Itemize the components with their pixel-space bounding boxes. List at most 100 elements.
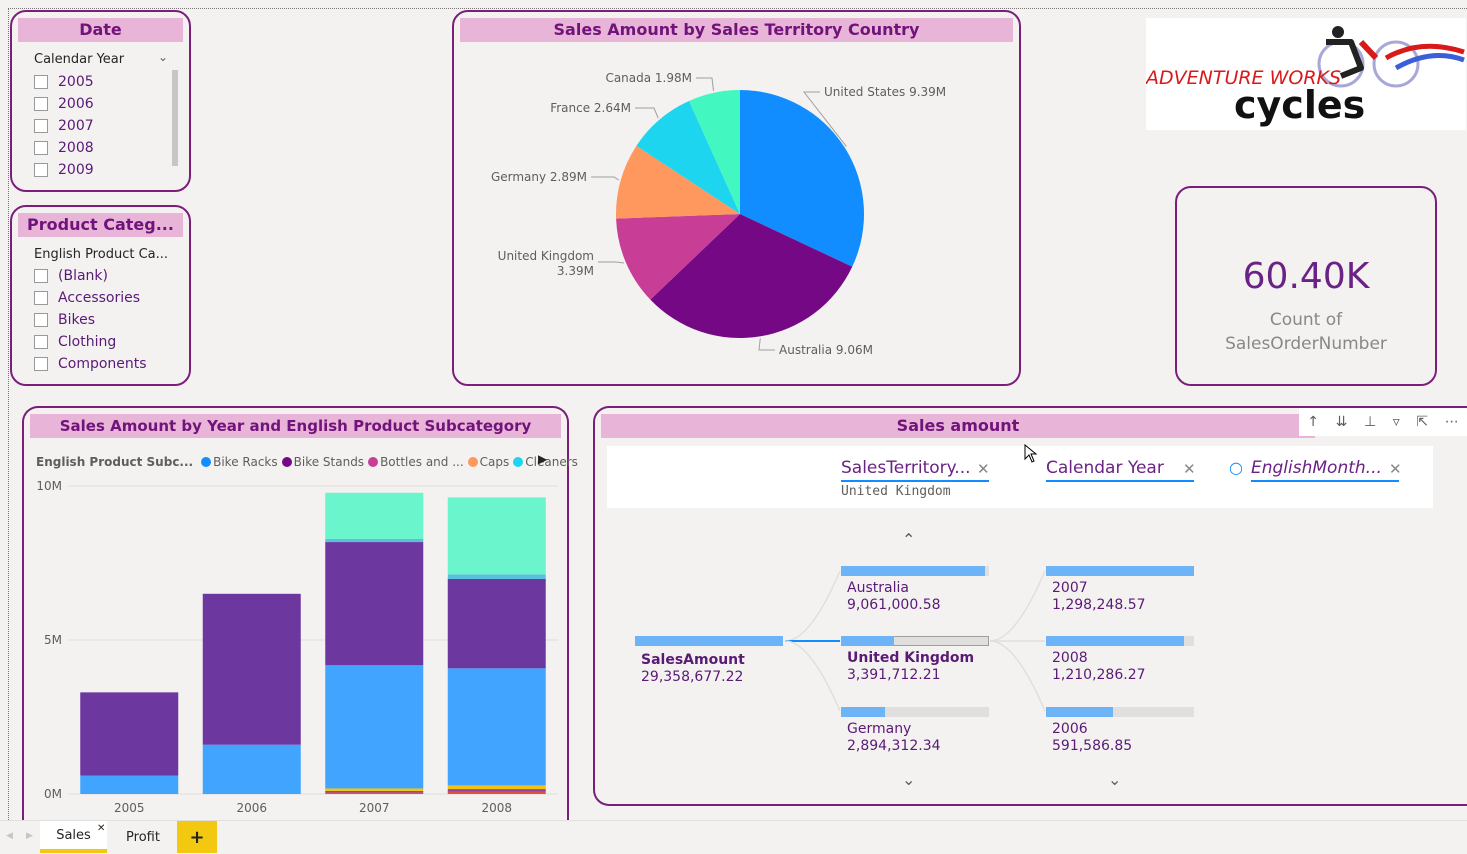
checkbox[interactable]: [34, 75, 48, 89]
node-bar[interactable]: [841, 707, 886, 717]
date-slicer-item-label: 2006: [58, 96, 94, 112]
bar-segment[interactable]: [325, 792, 424, 794]
logo-text-bottom: cycles: [1234, 83, 1365, 127]
kpi-card[interactable]: 60.40K Count of SalesOrderNumber: [1175, 186, 1437, 386]
category-slicer-item-label: Components: [58, 356, 147, 372]
x-tick-label: 2007: [359, 801, 390, 815]
date-slicer-title: Date: [18, 18, 183, 42]
bar-segment[interactable]: [325, 665, 424, 789]
date-slicer-item[interactable]: 2007: [34, 116, 94, 136]
category-slicer-item[interactable]: Components: [34, 354, 147, 374]
category-slicer-header: English Product Ca...: [34, 247, 169, 262]
checkbox[interactable]: [34, 335, 48, 349]
x-tick-label: 2005: [114, 801, 145, 815]
tab-sales-label: Sales: [56, 827, 91, 843]
bar-segment[interactable]: [80, 692, 179, 776]
chevron-down-icon[interactable]: ⌄: [158, 50, 168, 64]
node-bar[interactable]: [1046, 707, 1113, 717]
bar-segment[interactable]: [447, 789, 546, 792]
checkbox[interactable]: [34, 357, 48, 371]
legend-next-icon[interactable]: ▶: [538, 452, 547, 466]
kpi-label-line2: SalesOrderNumber: [1225, 334, 1387, 354]
legend-item[interactable]: Bike Racks: [201, 455, 278, 469]
node-name: 2006: [1052, 721, 1088, 737]
y-tick-label: 10M: [36, 479, 62, 493]
checkbox[interactable]: [34, 163, 48, 177]
date-slicer[interactable]: Date Calendar Year ⌄ 2005 2006 2007 2008 200…: [10, 10, 191, 192]
node-value: 591,586.85: [1052, 738, 1133, 754]
bar-segment[interactable]: [447, 668, 546, 786]
bar-segment[interactable]: [325, 538, 424, 543]
bar-segment[interactable]: [325, 788, 424, 791]
connector-lines: [784, 570, 1046, 712]
chevron-down-icon[interactable]: ⌄: [902, 770, 915, 789]
pie-chart-card[interactable]: Sales Amount by Sales Territory Country …: [452, 10, 1021, 386]
legend-item[interactable]: Bottles and ...: [368, 455, 464, 469]
bar-segment[interactable]: [447, 579, 546, 669]
checkbox[interactable]: [34, 119, 48, 133]
bar-segment[interactable]: [325, 492, 424, 539]
add-page-button[interactable]: +: [177, 821, 217, 853]
node-value: 2,894,312.34: [847, 738, 941, 754]
bar-segment[interactable]: [447, 574, 546, 580]
legend-dot-icon: [281, 457, 292, 467]
legend-item[interactable]: Caps: [467, 455, 509, 469]
chevron-down-icon[interactable]: ⌄: [1108, 770, 1121, 789]
bar-segment[interactable]: [447, 791, 546, 794]
bar-chart[interactable]: 0M 5M 10M 2005 2006 2007 2008: [24, 478, 569, 818]
legend-dot-icon: [201, 457, 212, 467]
checkbox[interactable]: [34, 269, 48, 283]
bar-segment[interactable]: [202, 593, 301, 745]
bar-chart-card[interactable]: Sales Amount by Year and English Product…: [22, 406, 578, 826]
bar-segment[interactable]: [325, 790, 424, 793]
pie-data-label: France 2.64M: [550, 101, 631, 115]
bar-segment[interactable]: [202, 744, 301, 794]
category-slicer-item[interactable]: (Blank): [34, 266, 108, 286]
pie-data-label: United States 9.39M: [824, 85, 946, 99]
bar-segment[interactable]: [447, 785, 546, 790]
date-slicer-item[interactable]: 2009: [34, 160, 94, 180]
date-slicer-item-label: 2007: [58, 118, 94, 134]
checkbox[interactable]: [34, 97, 48, 111]
close-icon[interactable]: ✕: [97, 823, 105, 834]
category-slicer-item[interactable]: Clothing: [34, 332, 116, 352]
bar-segment[interactable]: [80, 775, 179, 794]
category-slicer-item-label: (Blank): [58, 268, 108, 284]
category-slicer-item-label: Accessories: [58, 290, 141, 306]
date-slicer-item[interactable]: 2005: [34, 72, 94, 92]
category-slicer-item[interactable]: Accessories: [34, 288, 140, 308]
node-bar[interactable]: [841, 636, 895, 646]
tab-scroll-left-icon[interactable]: ◀: [6, 831, 13, 841]
pie-data-label: Germany 2.89M: [491, 170, 587, 184]
chevron-up-icon[interactable]: ⌃: [902, 530, 915, 549]
pie-leader-line: [635, 107, 659, 119]
category-slicer[interactable]: Product Categ... English Product Ca... (…: [10, 205, 191, 386]
decomposition-tree-card[interactable]: Sales amount ↑ ⇊ ⊥ ▿ ⇱ ⋯ SalesTerritory.…: [593, 406, 1467, 806]
node-value: 1,210,286.27: [1052, 667, 1146, 683]
node-value: 3,391,712.21: [847, 667, 941, 683]
bar-segment[interactable]: [325, 542, 424, 666]
tab-scroll-right-icon[interactable]: ▶: [26, 831, 33, 841]
node-bar[interactable]: [1046, 566, 1194, 576]
bar-segment[interactable]: [447, 497, 546, 575]
pie-chart[interactable]: United States 9.39M Australia 9.06M United…: [454, 44, 1019, 384]
checkbox[interactable]: [34, 141, 48, 155]
node-bar[interactable]: [841, 566, 985, 576]
date-slicer-item[interactable]: 2008: [34, 138, 94, 158]
date-slicer-scrollbar[interactable]: [172, 70, 178, 166]
tab-profit[interactable]: Profit: [110, 821, 176, 853]
legend-dot-icon: [368, 457, 379, 467]
plus-icon: +: [189, 826, 205, 848]
node-bar[interactable]: [1046, 636, 1184, 646]
checkbox[interactable]: [34, 291, 48, 305]
root-bar[interactable]: [635, 636, 783, 646]
kpi-value: 60.40K: [1242, 256, 1370, 297]
category-slicer-item[interactable]: Bikes: [34, 310, 95, 330]
node-name: Australia: [847, 580, 909, 596]
date-slicer-item[interactable]: 2006: [34, 94, 94, 114]
date-slicer-item-label: 2005: [58, 74, 94, 90]
pie-leader-line: [598, 261, 625, 264]
checkbox[interactable]: [34, 313, 48, 327]
node-value: 1,298,248.57: [1052, 597, 1146, 613]
legend-item[interactable]: Bike Stands: [281, 455, 364, 469]
